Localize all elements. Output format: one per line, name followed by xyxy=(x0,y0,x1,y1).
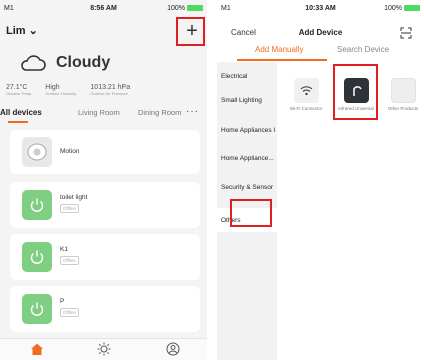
device-name: P xyxy=(60,298,65,305)
stat-value: 27.1°C xyxy=(6,84,28,91)
stat-label: Outdoor Humidity xyxy=(45,91,77,96)
power-icon xyxy=(22,294,52,324)
status-badge: Offline xyxy=(60,256,79,265)
stat-temp: 27.1°C Outdoor Temp xyxy=(6,84,31,96)
device-name: Motion xyxy=(60,148,80,155)
battery-indicator: 100% xyxy=(167,5,203,12)
motion-sensor-icon xyxy=(22,137,52,167)
battery-percent: 100% xyxy=(167,5,185,12)
scan-icon[interactable] xyxy=(400,26,412,44)
battery-indicator: 100% xyxy=(384,5,420,12)
sidebar-item-home-appliances-2[interactable]: Home Appliance... xyxy=(221,154,277,163)
device-card[interactable]: toilet light Offline xyxy=(10,182,200,228)
weather-condition: Cloudy xyxy=(56,54,111,71)
stat-value: 1013.21 hPa xyxy=(90,84,131,91)
device-card[interactable]: P Offline xyxy=(10,286,200,332)
status-badge: Offline xyxy=(60,204,79,213)
status-bar: M1 8:56 AM 100% xyxy=(0,0,207,18)
status-bar: M1 10:33 AM 100% xyxy=(217,0,424,18)
product-label: Other Products xyxy=(387,106,419,111)
tab-all-devices[interactable]: All devices xyxy=(0,108,42,117)
page-title: Add Device xyxy=(298,28,343,37)
product-label: Wi-Fi Connector xyxy=(289,106,323,111)
tab-add-manually[interactable]: Add Manually xyxy=(255,45,303,54)
sidebar-item-security-sensor[interactable]: Security & Sensor xyxy=(221,183,277,192)
tab-search-device[interactable]: Search Device xyxy=(337,45,389,54)
tab-living-room[interactable]: Living Room xyxy=(78,108,120,117)
wifi-icon xyxy=(293,78,319,103)
highlight-infrared xyxy=(333,64,378,120)
chevron-down-icon: ⌄ xyxy=(28,25,38,37)
sun-icon[interactable] xyxy=(97,342,111,360)
device-card[interactable]: Motion xyxy=(10,130,200,174)
room-tabs: All devices Living Room Dining Room ··· xyxy=(0,106,207,124)
power-icon xyxy=(22,190,52,220)
weather-stats: 27.1°C Outdoor Temp High Outdoor Humidity … xyxy=(6,84,130,96)
battery-percent: 100% xyxy=(384,5,402,12)
tab-dining-room[interactable]: Dining Room xyxy=(138,108,181,117)
highlight-add-button xyxy=(176,17,205,46)
home-name-label: Lim xyxy=(6,25,26,37)
weather-summary: Cloudy xyxy=(20,54,110,72)
stat-value: High xyxy=(45,84,60,91)
stat-pressure: 1013.21 hPa Outdoor Air Pressure xyxy=(90,84,130,96)
sidebar-item-electrical[interactable]: Electrical xyxy=(221,72,277,81)
sidebar-item-small-lighting[interactable]: Small Lighting xyxy=(221,96,277,105)
home-screen: M1 8:56 AM 100% Lim ⌄ + Cloudy 27.1°C Out… xyxy=(0,0,207,360)
box-icon xyxy=(390,78,416,103)
device-name: K1 xyxy=(60,246,68,253)
more-icon[interactable]: ··· xyxy=(186,106,199,117)
profile-icon[interactable] xyxy=(166,342,180,360)
product-other[interactable]: Other Products xyxy=(382,78,424,112)
active-tab-indicator xyxy=(8,121,28,123)
sidebar-item-home-appliances-1[interactable]: Home Appliances I xyxy=(221,126,277,135)
cloud-icon xyxy=(21,55,46,71)
stat-label: Outdoor Air Pressure xyxy=(90,91,128,96)
power-icon xyxy=(22,242,52,272)
stat-label: Outdoor Temp xyxy=(6,91,32,96)
home-icon[interactable] xyxy=(30,342,44,360)
device-card[interactable]: K1 Offline xyxy=(10,234,200,280)
status-badge: Offline xyxy=(60,308,79,317)
bottom-tab-bar xyxy=(0,338,207,360)
product-wifi-connector[interactable]: Wi-Fi Connector xyxy=(285,78,327,112)
battery-icon xyxy=(187,5,203,11)
screenshot-root: M1 8:56 AM 100% Lim ⌄ + Cloudy 27.1°C Out… xyxy=(0,0,424,360)
stat-humidity: High Outdoor Humidity xyxy=(45,84,76,96)
device-name: toilet light xyxy=(60,194,88,201)
active-tab-indicator xyxy=(237,59,327,61)
battery-icon xyxy=(404,5,420,11)
home-selector[interactable]: Lim ⌄ xyxy=(6,24,38,37)
add-device-screen: M1 10:33 AM 100% Cancel Add Device Add M… xyxy=(217,0,424,360)
highlight-others xyxy=(230,199,272,227)
